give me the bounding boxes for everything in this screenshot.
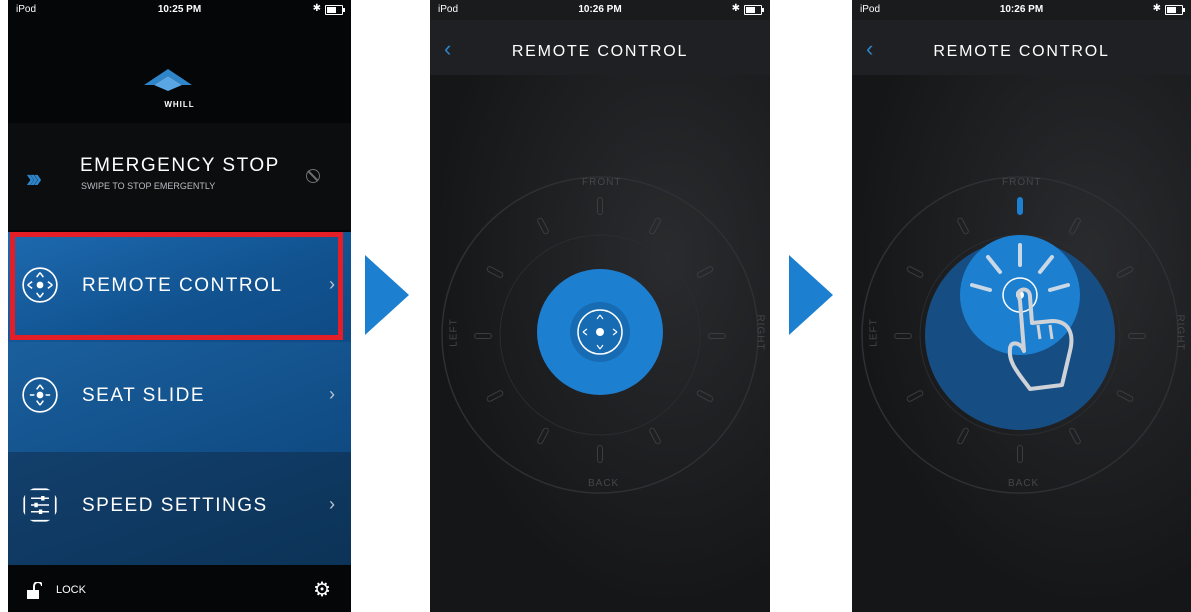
menu-item-seat-slide[interactable]: SEAT SLIDE ›: [8, 342, 351, 452]
nav-bar: ‹ REMOTE CONTROL: [430, 20, 770, 75]
step-arrow-icon: [789, 255, 833, 335]
chevrons-icon[interactable]: ›››: [26, 163, 42, 194]
chevron-right-icon: ›: [329, 384, 335, 404]
emergency-stop-title: EMERGENCY STOP: [80, 155, 280, 176]
logo-text: WHILL: [164, 100, 195, 109]
step-arrow-icon: [365, 255, 409, 335]
unlock-icon[interactable]: [26, 582, 42, 599]
menu-item-speed-settings[interactable]: SPEED SETTINGS ›: [8, 452, 351, 565]
highlight-box: [10, 232, 343, 340]
battery-icon: [744, 5, 764, 15]
remote-control-active-screen: iPod 10:26 PM ✱ ‹ REMOTE CONTROL FRONT B…: [852, 0, 1191, 612]
emergency-stop-slider[interactable]: ››› EMERGENCY STOP SWIPE TO STOP EMERGEN…: [8, 123, 351, 230]
battery-icon: [325, 5, 345, 15]
direction-dial: FRONT BACK LEFT RIGHT: [440, 175, 766, 495]
remote-control-screen: iPod 10:26 PM ✱ ‹ REMOTE CONTROL FRONT B…: [430, 0, 770, 612]
joystick-knob[interactable]: [440, 175, 760, 495]
status-bar: iPod 10:25 PM ✱: [8, 0, 351, 20]
page-title: REMOTE CONTROL: [511, 43, 689, 60]
status-bar: iPod 10:26 PM ✱: [852, 0, 1191, 20]
bluetooth-icon: ✱: [1152, 3, 1161, 14]
nav-bar: ‹ REMOTE CONTROL: [852, 20, 1191, 75]
gear-icon[interactable]: ⚙: [313, 577, 331, 602]
lock-label[interactable]: LOCK: [56, 584, 86, 596]
emergency-stop-subtitle: SWIPE TO STOP EMERGENTLY: [81, 181, 216, 191]
stop-icon: [306, 169, 320, 183]
menu-item-label: SEAT SLIDE: [82, 385, 206, 406]
status-bar: iPod 10:26 PM ✱: [430, 0, 770, 20]
clock: 10:25 PM: [157, 4, 202, 15]
sliders-icon: [23, 488, 57, 522]
bluetooth-icon: ✱: [312, 3, 321, 14]
battery-icon: [1165, 5, 1185, 15]
bluetooth-icon: ✱: [731, 3, 740, 14]
bottom-bar: LOCK ⚙: [8, 565, 351, 612]
page-title: REMOTE CONTROL: [933, 43, 1110, 60]
hand-pointer-icon: [1007, 287, 1074, 391]
clock: 10:26 PM: [999, 4, 1044, 15]
clock: 10:26 PM: [578, 4, 622, 15]
direction-dial: FRONT BACK LEFT RIGHT: [860, 175, 1186, 495]
seat-slide-icon: [22, 377, 58, 413]
menu-item-label: SPEED SETTINGS: [82, 495, 268, 516]
chevron-right-icon: ›: [329, 494, 335, 514]
